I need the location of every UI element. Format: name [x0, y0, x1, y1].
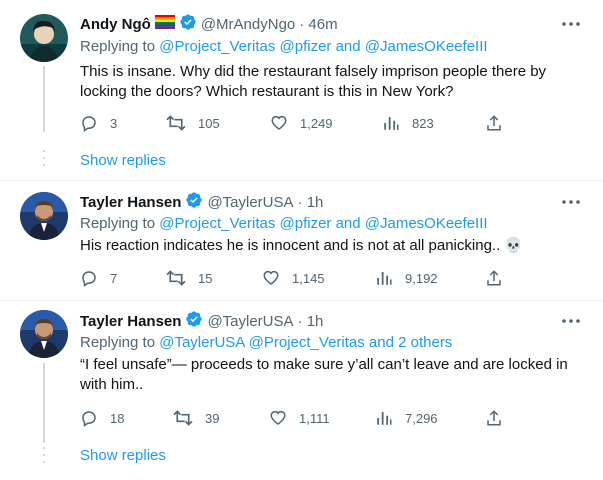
author-name[interactable]: Tayler Hansen [80, 313, 181, 330]
tweet-actions: 18 39 1,111 7,296 [80, 408, 503, 428]
reply-icon [80, 409, 98, 427]
views-button[interactable]: 823 [382, 113, 434, 133]
retweet-count: 39 [205, 410, 220, 426]
views-button[interactable]: 7,296 [375, 408, 438, 428]
rainbow-flag-icon [154, 15, 175, 33]
replying-to: Replying to @TaylerUSA @Project_Veritas … [80, 334, 452, 351]
reply-count: 3 [110, 115, 118, 131]
like-icon [262, 269, 280, 287]
like-count: 1,111 [299, 410, 330, 426]
more-icon[interactable] [561, 14, 581, 34]
tweet-text: “I feel unsafe”— proceeds to make sure y… [80, 356, 568, 393]
retweet-count: 105 [198, 115, 220, 131]
more-icon[interactable] [561, 311, 581, 331]
views-icon [382, 114, 400, 132]
like-count: 1,249 [300, 115, 333, 131]
more-icon[interactable] [561, 192, 581, 212]
like-button[interactable]: 1,249 [270, 113, 333, 133]
tweet-text: This is insane. Why did the restaurant f… [80, 63, 547, 100]
retweet-button[interactable]: 39 [173, 408, 219, 428]
tweet-header: Tayler Hansen @TaylerUSA · 1h [80, 311, 323, 331]
retweet-button[interactable]: 15 [166, 268, 212, 288]
reply-button[interactable]: 3 [80, 113, 117, 133]
verified-icon [185, 310, 203, 332]
thread-more-dots [42, 150, 46, 171]
like-button[interactable]: 1,145 [262, 268, 325, 288]
verified-icon [185, 191, 203, 213]
replying-to: Replying to @Project_Veritas @pfizer and… [80, 215, 488, 232]
tweet[interactable]: Andy Ngô @MrAndyNgo · 46m Replying to @P… [0, 0, 603, 180]
reply-count: 7 [110, 270, 118, 286]
avatar[interactable] [20, 310, 68, 358]
retweet-count: 15 [198, 270, 213, 286]
tweet-actions: 3 105 1,249 823 [80, 113, 503, 133]
tweet-header: Tayler Hansen @TaylerUSA · 1h [80, 192, 323, 212]
views-count: 823 [412, 115, 434, 131]
share-button[interactable] [485, 268, 503, 288]
avatar[interactable] [20, 192, 68, 240]
verified-icon [179, 13, 197, 35]
views-icon [375, 269, 393, 287]
tweet-time[interactable]: · 46m [299, 16, 337, 33]
tweet-time[interactable]: · 1h [298, 194, 324, 211]
show-replies-link[interactable]: Show replies [80, 447, 166, 464]
tweet[interactable]: Tayler Hansen @TaylerUSA · 1h Replying t… [0, 301, 603, 480]
replying-label: Replying to [80, 215, 160, 232]
tweet-header: Andy Ngô @MrAndyNgo · 46m [80, 14, 338, 34]
reply-icon [80, 269, 98, 287]
tweet[interactable]: Tayler Hansen @TaylerUSA · 1h Replying t… [0, 181, 603, 301]
like-icon [270, 114, 288, 132]
replying-to-links[interactable]: @Project_Veritas @pfizer and @JamesOKeef… [159, 215, 487, 232]
replying-to-links[interactable]: @TaylerUSA @Project_Veritas and 2 others [159, 334, 452, 351]
like-count: 1,145 [292, 270, 325, 286]
views-button[interactable]: 9,192 [375, 268, 438, 288]
reply-button[interactable]: 18 [80, 408, 124, 428]
reply-thread: Andy Ngô @MrAndyNgo · 46m Replying to @P… [0, 0, 603, 480]
thread-more-dots [42, 447, 46, 468]
author-name[interactable]: Andy Ngô [80, 16, 151, 33]
share-icon [485, 114, 503, 132]
share-icon [485, 269, 503, 287]
retweet-icon [166, 269, 186, 287]
share-icon [485, 409, 503, 427]
share-button[interactable] [485, 113, 503, 133]
retweet-icon [166, 114, 186, 132]
author-handle[interactable]: @TaylerUSA [207, 194, 293, 211]
replying-to: Replying to @Project_Veritas @pfizer and… [80, 38, 488, 55]
share-button[interactable] [485, 408, 503, 428]
replying-to-links[interactable]: @Project_Veritas @pfizer and @JamesOKeef… [159, 38, 487, 55]
like-button[interactable]: 1,111 [269, 408, 330, 428]
show-replies-link[interactable]: Show replies [80, 152, 166, 169]
views-icon [375, 409, 393, 427]
tweet-actions: 7 15 1,145 9,192 [80, 268, 503, 288]
replying-label: Replying to [80, 38, 160, 55]
reply-button[interactable]: 7 [80, 268, 117, 288]
avatar[interactable] [20, 14, 68, 62]
reply-count: 18 [110, 410, 125, 426]
author-handle[interactable]: @TaylerUSA [207, 313, 293, 330]
tweet-text: His reaction indicates he is innocent an… [80, 237, 524, 254]
author-handle[interactable]: @MrAndyNgo [201, 16, 295, 33]
retweet-icon [173, 409, 193, 427]
like-icon [269, 409, 287, 427]
retweet-button[interactable]: 105 [166, 113, 220, 133]
author-name[interactable]: Tayler Hansen [80, 194, 181, 211]
reply-icon [80, 114, 98, 132]
thread-line [43, 363, 45, 443]
replying-label: Replying to [80, 334, 160, 351]
thread-line [43, 66, 45, 132]
views-count: 7,296 [405, 410, 438, 426]
views-count: 9,192 [405, 270, 438, 286]
tweet-time[interactable]: · 1h [298, 313, 324, 330]
